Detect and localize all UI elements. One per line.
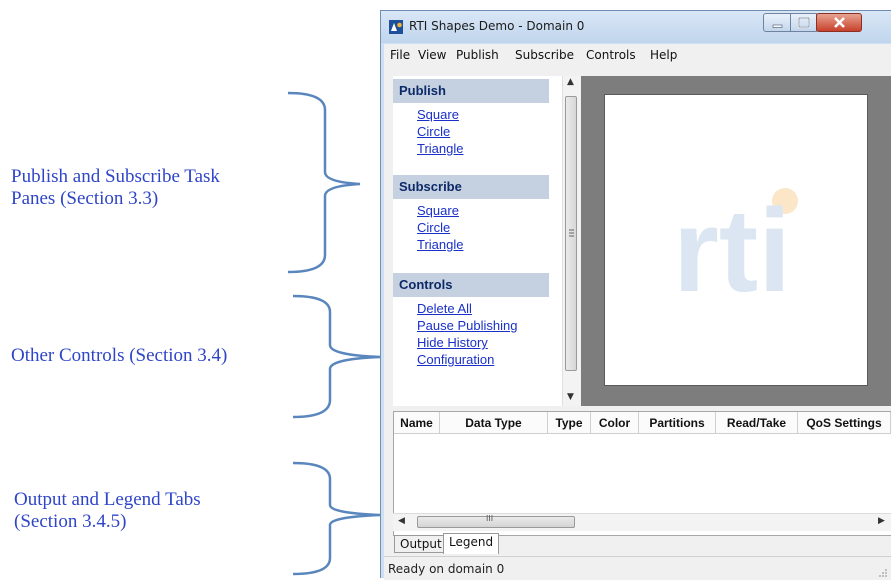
column-header-type[interactable]: Type <box>548 412 591 434</box>
menu-subscribe[interactable]: Subscribe <box>515 48 574 62</box>
tab-legend[interactable]: Legend <box>443 533 500 554</box>
title-bar[interactable]: RTI Shapes Demo - Domain 0 <box>381 11 891 43</box>
annotation-line: Panes (Section 3.3) <box>11 188 159 209</box>
menu-publish[interactable]: Publish <box>456 48 499 62</box>
scroll-down-icon[interactable]: ▼ <box>567 392 574 402</box>
annotation-line: (Section 3.4.5) <box>14 511 127 532</box>
subscribe-header: Subscribe <box>393 175 549 199</box>
column-header-data-type[interactable]: Data Type <box>440 412 548 434</box>
grip-icon <box>569 229 574 237</box>
window-title: RTI Shapes Demo - Domain 0 <box>409 19 585 33</box>
resize-grip-icon[interactable] <box>878 568 888 578</box>
scroll-up-icon[interactable]: ▲ <box>567 77 574 87</box>
delete-all-link[interactable]: Delete All <box>417 301 472 316</box>
subscribe-circle-link[interactable]: Circle <box>417 220 450 235</box>
minimize-button[interactable] <box>763 13 791 32</box>
menu-help[interactable]: Help <box>650 48 677 62</box>
controls-header: Controls <box>393 273 549 297</box>
hide-history-link[interactable]: Hide History <box>417 335 488 350</box>
horizontal-scrollbar-thumb[interactable]: III <box>417 514 575 528</box>
menu-bar: File View Publish Subscribe Controls Hel… <box>384 44 891 66</box>
configuration-link[interactable]: Configuration <box>417 352 494 367</box>
column-header-name[interactable]: Name <box>394 412 440 434</box>
subscribe-square-link[interactable]: Square <box>417 203 459 218</box>
annotation-publish-subscribe: Publish and Subscribe Task Panes (Sectio… <box>11 166 220 210</box>
canvas-area: rti <box>581 76 891 406</box>
menu-file[interactable]: File <box>390 48 410 62</box>
column-header-color[interactable]: Color <box>591 412 639 434</box>
annotation-line: Output and Legend Tabs <box>14 489 201 510</box>
annotation-line: Publish and Subscribe Task <box>11 166 220 187</box>
tab-output[interactable]: Output <box>394 535 448 553</box>
pause-publishing-link[interactable]: Pause Publishing <box>417 318 517 333</box>
annotation-line: Other Controls (Section 3.4) <box>11 345 228 366</box>
annotation-other-controls: Other Controls (Section 3.4) <box>11 345 227 367</box>
publish-circle-link[interactable]: Circle <box>417 124 450 139</box>
publish-header: Publish <box>393 79 549 103</box>
table-horizontal-scrollbar[interactable]: ◀ III ▶ <box>393 513 891 531</box>
column-header-qos-settings[interactable]: QoS Settings <box>798 412 891 434</box>
task-pane-scrollbar[interactable]: ▲ ▼ <box>562 76 580 406</box>
status-bar: Ready on domain 0 <box>384 556 891 580</box>
maximize-button[interactable] <box>790 13 817 32</box>
rti-logo-watermark: rti <box>673 185 798 317</box>
scroll-right-icon[interactable]: ▶ <box>878 516 885 526</box>
menu-controls[interactable]: Controls <box>586 48 636 62</box>
column-header-read-take[interactable]: Read/Take <box>716 412 798 434</box>
column-header-partitions[interactable]: Partitions <box>639 412 716 434</box>
app-icon <box>389 20 403 34</box>
status-text: Ready on domain 0 <box>388 562 505 576</box>
subscribe-triangle-link[interactable]: Triangle <box>417 237 463 252</box>
scrollbar-thumb[interactable] <box>565 96 577 371</box>
publish-triangle-link[interactable]: Triangle <box>417 141 463 156</box>
output-legend-brace <box>292 461 381 576</box>
minimize-icon <box>772 24 783 28</box>
client-area: Publish Square Circle Triangle Subscribe… <box>384 66 891 579</box>
logo-text: rti <box>673 185 791 317</box>
shapes-canvas[interactable]: rti <box>604 94 868 386</box>
maximize-icon <box>798 17 810 28</box>
scroll-left-icon[interactable]: ◀ <box>398 516 405 526</box>
grip-text: III <box>486 514 494 523</box>
annotation-output-legend: Output and Legend Tabs (Section 3.4.5) <box>14 489 201 533</box>
app-window: RTI Shapes Demo - Domain 0 File View Pub… <box>380 10 891 580</box>
close-icon <box>834 17 845 28</box>
close-button[interactable] <box>816 13 862 32</box>
menu-view[interactable]: View <box>418 48 446 62</box>
publish-square-link[interactable]: Square <box>417 107 459 122</box>
bottom-tabs: Output Legend <box>393 533 891 555</box>
task-pane: Publish Square Circle Triangle Subscribe… <box>393 76 563 406</box>
